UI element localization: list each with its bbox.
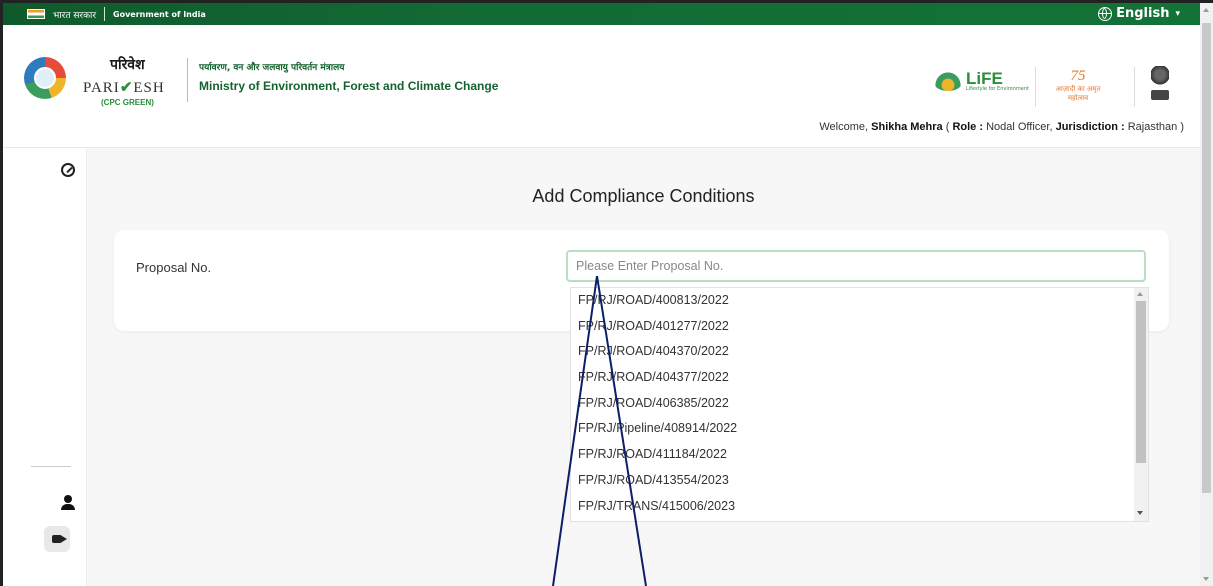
dropdown-option[interactable]: FP/RJ/ROAD/404370/2022 (571, 339, 1148, 365)
role-label: Role : (952, 121, 984, 133)
gov-english-label: Government of India (113, 9, 206, 19)
main-content: Add Compliance Conditions Proposal No. F… (87, 148, 1200, 586)
proposal-label: Proposal No. (136, 260, 212, 275)
welcome-prefix: Welcome, (819, 121, 869, 133)
proposal-dropdown: FP/RJ/ROAD/400813/2022 FP/RJ/ROAD/401277… (570, 287, 1149, 522)
user-icon[interactable] (59, 495, 77, 511)
life-logo: LiFE Lifestyle for Environment (933, 70, 1029, 92)
jurisdiction-label: Jurisdiction : (1055, 121, 1125, 133)
role-value: Nodal Officer, (986, 121, 1053, 133)
user-name: Shikha Mehra (871, 121, 943, 133)
page-scroll-thumb[interactable] (1202, 23, 1211, 493)
language-selector[interactable]: English ▾ (1098, 6, 1180, 21)
scroll-down-icon[interactable] (1203, 577, 1209, 581)
government-bar: भारत सरकार Government of India English ▾ (3, 3, 1200, 25)
gov-separator (104, 7, 106, 21)
welcome-text: Welcome, Shikha Mehra ( Role : Nodal Off… (819, 121, 1184, 133)
dropdown-option[interactable]: FP/RJ/ROAD/401277/2022 (571, 314, 1148, 340)
jurisdiction-value: Rajasthan (1127, 121, 1178, 133)
header-divider (187, 58, 188, 102)
ministry-english: Ministry of Environment, Forest and Clim… (199, 79, 499, 93)
site-header: परिवेश PARI✔ESH (CPC GREEN) पर्यावरण, वन… (3, 25, 1200, 148)
logo-sub: (CPC GREEN) (101, 98, 154, 107)
dashboard-icon[interactable] (61, 163, 75, 177)
logo-divider (1035, 67, 1036, 107)
life-brand: LiFE (966, 69, 1003, 88)
life-text: LiFE Lifestyle for Environment (966, 70, 1029, 92)
sidebar (3, 148, 87, 586)
dropdown-scrollbar[interactable] (1134, 288, 1148, 521)
dropdown-option[interactable]: FP/RJ/ROAD/413554/2023 (571, 468, 1148, 494)
logo-english-post: ESH (133, 80, 165, 96)
dropdown-option[interactable]: FP/RJ/ROAD/411184/2022 (571, 442, 1148, 468)
page-title: Add Compliance Conditions (532, 186, 755, 206)
proposal-input[interactable] (566, 250, 1146, 282)
dropdown-option[interactable]: FP/RJ/Pipeline/408914/2022 (571, 416, 1148, 442)
globe-icon (1098, 6, 1113, 21)
parivesh-logo-icon[interactable] (24, 57, 66, 99)
azadi-number: 75 (1070, 68, 1086, 84)
language-label: English (1116, 6, 1170, 21)
dropdown-option[interactable]: FP/RJ/TRANS/415006/2023 (571, 494, 1148, 520)
dropdown-option[interactable]: FP/RJ/ROAD/400813/2022 (571, 288, 1148, 314)
dropdown-option[interactable]: FP/RJ/ROAD/404377/2022 (571, 365, 1148, 391)
scroll-down-icon[interactable] (1137, 511, 1143, 515)
ministry-hindi: पर्यावरण, वन और जलवायु परिवर्तन मंत्रालय (199, 63, 345, 73)
scroll-up-icon[interactable] (1203, 8, 1209, 12)
scroll-up-icon[interactable] (1137, 292, 1143, 296)
dropdown-scroll-thumb[interactable] (1136, 301, 1146, 463)
life-tagline: Lifestyle for Environment (966, 86, 1029, 92)
logout-button[interactable] (44, 526, 70, 552)
national-emblem-icon (1150, 66, 1170, 106)
page-scrollbar[interactable] (1200, 3, 1213, 586)
azadi-text: आज़ादी का अमृत महोत्सव (1055, 85, 1101, 102)
logo-divider (1134, 67, 1135, 107)
gov-hindi-label: भारत सरकार (53, 10, 97, 21)
logo-hindi: परिवेश (110, 57, 145, 73)
life-leaf-icon (933, 71, 963, 91)
check-mark-icon: ✔ (119, 80, 134, 96)
chevron-down-icon: ▾ (1175, 8, 1180, 19)
logout-icon (52, 535, 67, 543)
sidebar-divider (31, 466, 71, 467)
azadi-logo: 75 आज़ादी का अमृत महोत्सव (1050, 68, 1106, 103)
dropdown-option[interactable]: FP/RJ/ROAD/406385/2022 (571, 391, 1148, 417)
india-flag-icon (27, 9, 45, 19)
logo-english-pre: PARI (83, 80, 120, 96)
logo-english: PARI✔ESH (83, 78, 165, 97)
